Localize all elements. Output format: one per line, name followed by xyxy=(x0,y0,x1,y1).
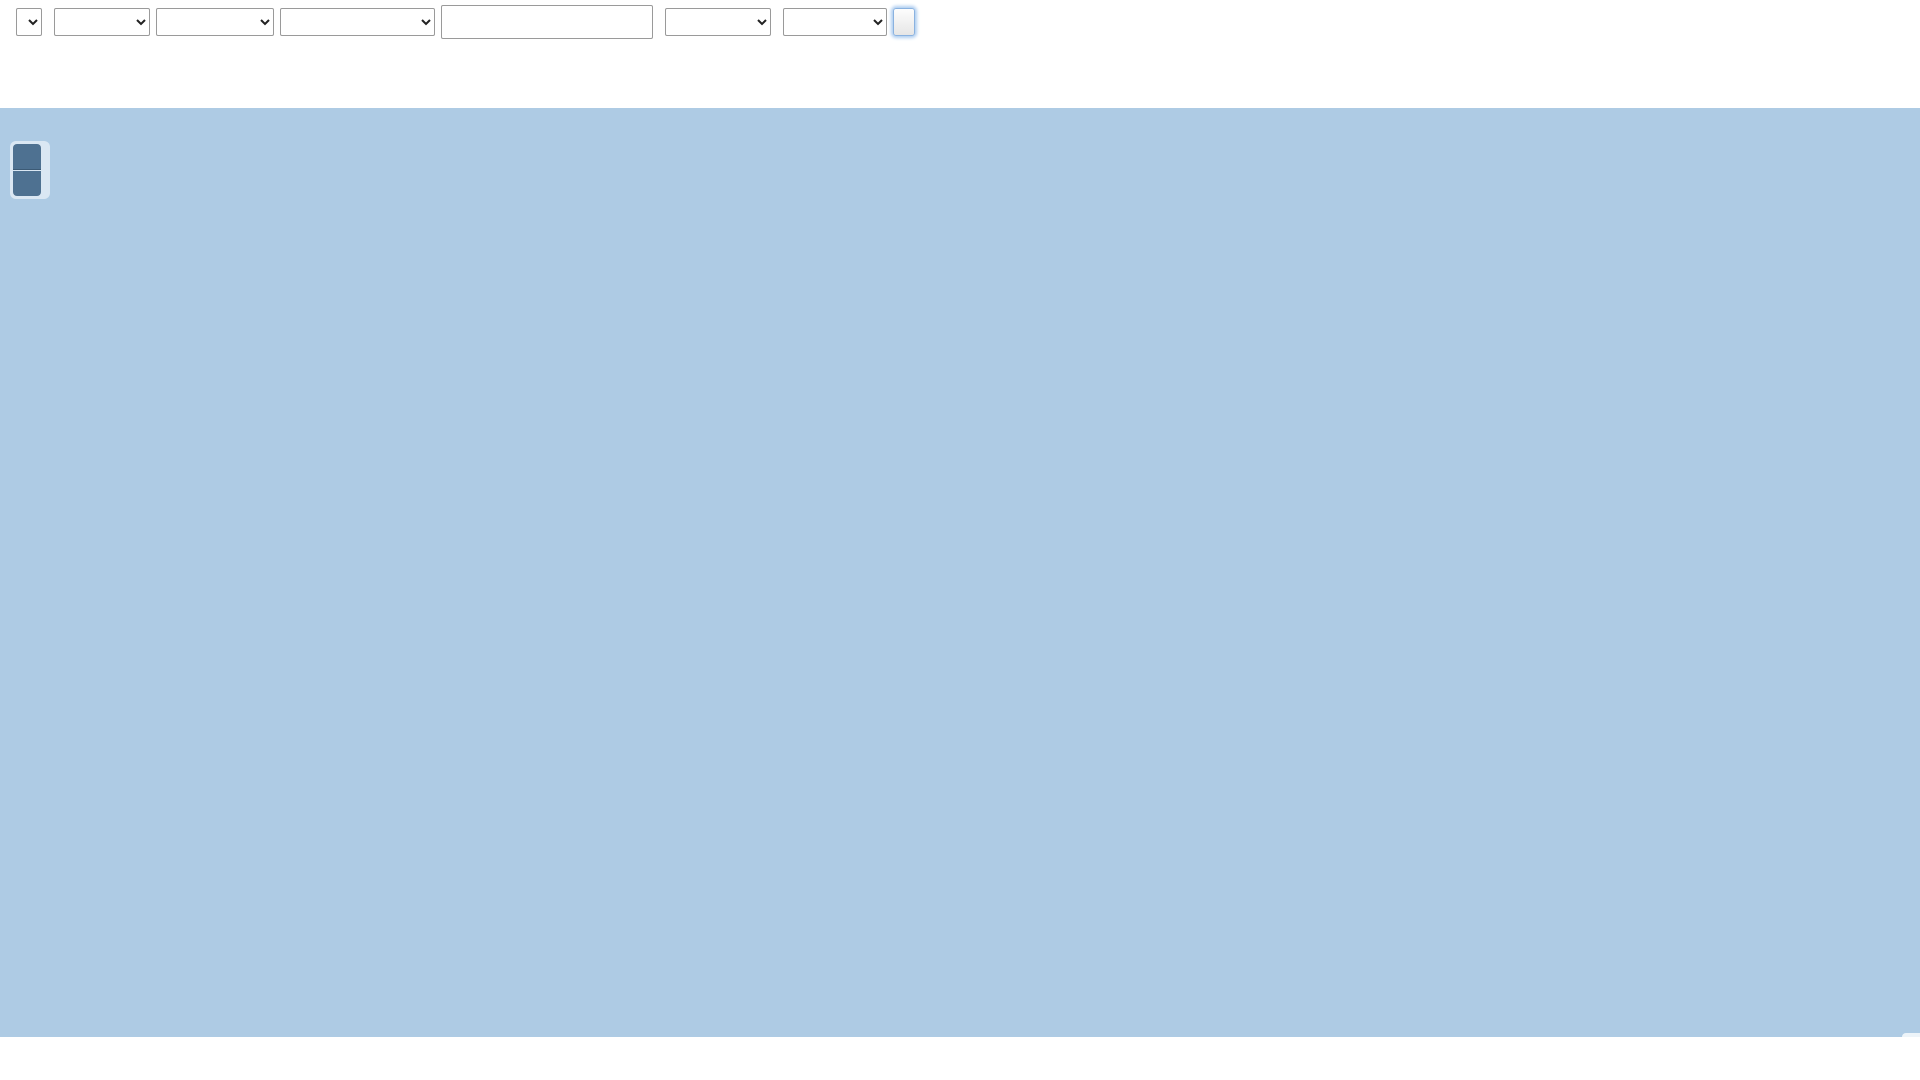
modes-select[interactable] xyxy=(665,8,771,36)
zoom-in-button[interactable] xyxy=(13,144,41,170)
header xyxy=(0,0,1920,38)
query-toolbar xyxy=(10,6,1920,38)
band-select[interactable] xyxy=(16,8,42,36)
callsign-mode-select[interactable] xyxy=(280,8,435,36)
callsign-input[interactable] xyxy=(441,5,653,39)
go-button[interactable] xyxy=(893,8,915,36)
rcvd-select[interactable] xyxy=(156,8,274,36)
footer xyxy=(0,1037,1920,1080)
map-zoom-control xyxy=(10,141,50,199)
signals-select[interactable] xyxy=(54,8,150,36)
zoom-out-button[interactable] xyxy=(13,171,41,196)
hours-select[interactable] xyxy=(783,8,887,36)
map-markers-layer xyxy=(0,108,1920,1037)
world-map[interactable] xyxy=(0,108,1920,1037)
